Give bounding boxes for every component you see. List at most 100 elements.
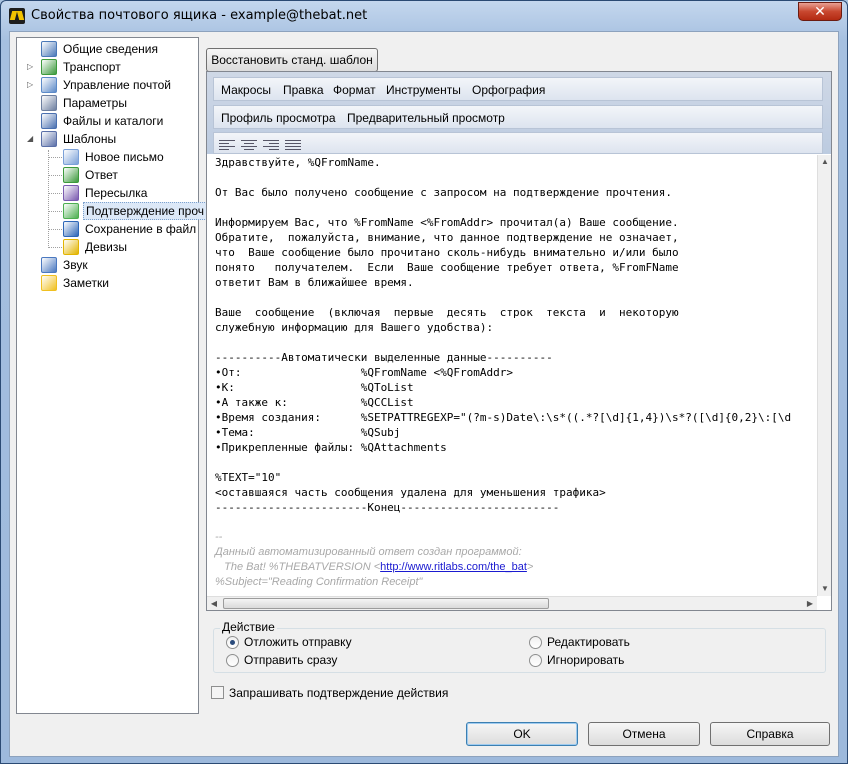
the-bat-app-icon [9, 8, 25, 24]
action-group: Действие Отложить отправку Отправить сра… [213, 620, 826, 673]
alignment-toolbar [213, 132, 823, 154]
scroll-up-icon[interactable]: ▲ [818, 155, 832, 169]
template-line [215, 515, 817, 530]
template-line: Информируем Вас, что %FromName <%FromAdd… [215, 216, 679, 229]
files-folders-icon [41, 113, 57, 129]
tree-connector-branch [48, 229, 62, 230]
tree-connector-branch [48, 247, 62, 248]
horizontal-scrollbar[interactable]: ◀ ▶ [207, 596, 817, 610]
template-line: •Прикрепленные файлы: %QAttachments [215, 441, 447, 454]
template-editor: Макросы Правка Формат Инструменты Орфогр… [206, 71, 832, 611]
scroll-right-icon[interactable]: ▶ [803, 597, 817, 611]
tree-connector-branch [48, 157, 62, 158]
menu-edit[interactable]: Правка [283, 78, 324, 102]
radio-edit-label[interactable]: Редактировать [547, 635, 630, 649]
template-line: •А также к: %QCCList [215, 396, 414, 409]
save-to-file-icon [63, 221, 79, 237]
align-justify-icon[interactable] [285, 138, 301, 152]
menu-preview[interactable]: Предварительный просмотр [347, 106, 505, 130]
tree-item-label: Новое письмо [85, 150, 164, 164]
menu-format[interactable]: Формат [333, 78, 376, 102]
template-line: Обратите, пожалуйста, внимание, что данн… [215, 231, 679, 244]
cancel-button[interactable]: Отмена [588, 722, 700, 746]
radio-send-now[interactable] [226, 654, 239, 667]
notes-icon [41, 275, 57, 291]
read-confirmation-icon [63, 203, 79, 219]
template-line: Здравствуйте, %QFromName. [215, 156, 381, 169]
signature-link-close: > [526, 561, 534, 573]
templates-icon [41, 131, 57, 147]
close-button[interactable]: ✕ [798, 2, 842, 21]
expand-arrow-icon[interactable]: ▷ [27, 81, 35, 89]
menu-spelling[interactable]: Орфография [472, 78, 545, 102]
tree-item-label: Девизы [85, 240, 128, 254]
scroll-down-icon[interactable]: ▼ [818, 582, 832, 596]
confirm-action-label[interactable]: Запрашивать подтверждение действия [229, 686, 448, 700]
template-line [215, 290, 817, 305]
template-line: что Ваше сообщение было прочитано сколь-… [215, 246, 679, 259]
align-right-icon[interactable] [263, 138, 279, 152]
collapse-arrow-icon[interactable]: ◢ [27, 135, 35, 143]
template-line: ответит Вам в ближайшее время. [215, 276, 414, 289]
tree-item-label: Общие сведения [63, 42, 158, 56]
template-line [215, 335, 817, 350]
tree-item-label: Звук [63, 258, 88, 272]
align-center-icon[interactable] [241, 138, 257, 152]
scroll-left-icon[interactable]: ◀ [207, 597, 221, 611]
menu-view-profile[interactable]: Профиль просмотра [221, 106, 336, 130]
template-line: ----------Автоматически выделенные данны… [215, 351, 553, 364]
tree-item-label: Сохранение в файл [85, 222, 197, 236]
tree-item-label: Файлы и каталоги [63, 114, 164, 128]
radio-ignore-label[interactable]: Игнорировать [547, 653, 624, 667]
settings-tree[interactable]: Общие сведения Транспорт ▷ Управление почто… [16, 37, 207, 714]
ritlabs-link[interactable]: http://www.ritlabs.com/the_bat [380, 561, 527, 573]
view-menu-bar: Профиль просмотра Предварительный просмо… [213, 105, 823, 129]
restore-default-template-button[interactable]: Восстановить станд. шаблон [206, 48, 378, 72]
tree-item-label: Транспорт [63, 60, 121, 74]
reply-icon [63, 167, 79, 183]
tree-item-label: Управление почтой [63, 78, 171, 92]
template-line: служебную информацию для Вашего удобства… [215, 321, 494, 334]
menu-tools[interactable]: Инструменты [386, 78, 461, 102]
template-line: •Время создания: %SETPATTREGEXP="(?m-s)D… [215, 411, 792, 424]
tree-connector-branch [48, 211, 62, 212]
parameters-icon [41, 95, 57, 111]
help-button[interactable]: Справка [710, 722, 830, 746]
tree-item-label: Параметры [63, 96, 127, 110]
expand-arrow-icon[interactable]: ▷ [27, 63, 35, 71]
title-bar: Свойства почтового ящика - example@theba… [1, 1, 847, 31]
dialog-client-area: Общие сведения Транспорт ▷ Управление почто… [9, 31, 839, 757]
tree-connector-line [48, 150, 49, 246]
radio-send-now-label[interactable]: Отправить сразу [244, 653, 337, 667]
horizontal-scroll-thumb[interactable] [223, 598, 549, 609]
radio-edit[interactable] [529, 636, 542, 649]
radio-postpone-send[interactable] [226, 636, 239, 649]
template-line: Ваше сообщение (включая первые десять ст… [215, 306, 679, 319]
template-line [215, 200, 817, 215]
template-line: •От: %QFromName <%QFromAddr> [215, 366, 514, 379]
signature-separator: -- [215, 531, 223, 543]
ok-button[interactable]: OK [466, 722, 578, 746]
tree-item-label: Шаблоны [63, 132, 117, 146]
template-line [215, 455, 817, 470]
template-line: От Вас было получено сообщение с запросо… [215, 186, 672, 199]
forward-icon [63, 185, 79, 201]
transport-icon [41, 59, 57, 75]
mottos-icon [63, 239, 79, 255]
tree-connector-branch [48, 175, 62, 176]
template-line: %TEXT="10" [215, 471, 282, 484]
tree-connector-branch [48, 193, 62, 194]
menu-macros[interactable]: Макросы [221, 78, 271, 102]
signature-version-text: The Bat! %THEBATVERSION < [215, 561, 381, 573]
template-line [215, 170, 817, 185]
vertical-scrollbar[interactable]: ▲ ▼ [817, 155, 831, 596]
editor-toolbar-area: Макросы Правка Формат Инструменты Орфогр… [207, 72, 831, 154]
radio-ignore[interactable] [529, 654, 542, 667]
radio-postpone-send-label[interactable]: Отложить отправку [244, 635, 352, 649]
editor-menu-bar: Макросы Правка Формат Инструменты Орфогр… [213, 77, 823, 101]
align-left-icon[interactable] [219, 138, 235, 152]
template-line: понято получателем. Если Ваше сообщение … [215, 261, 679, 274]
template-text-area[interactable]: Здравствуйте, %QFromName. От Вас было по… [207, 155, 817, 595]
confirm-action-checkbox[interactable] [211, 686, 224, 699]
mail-management-icon [41, 77, 57, 93]
